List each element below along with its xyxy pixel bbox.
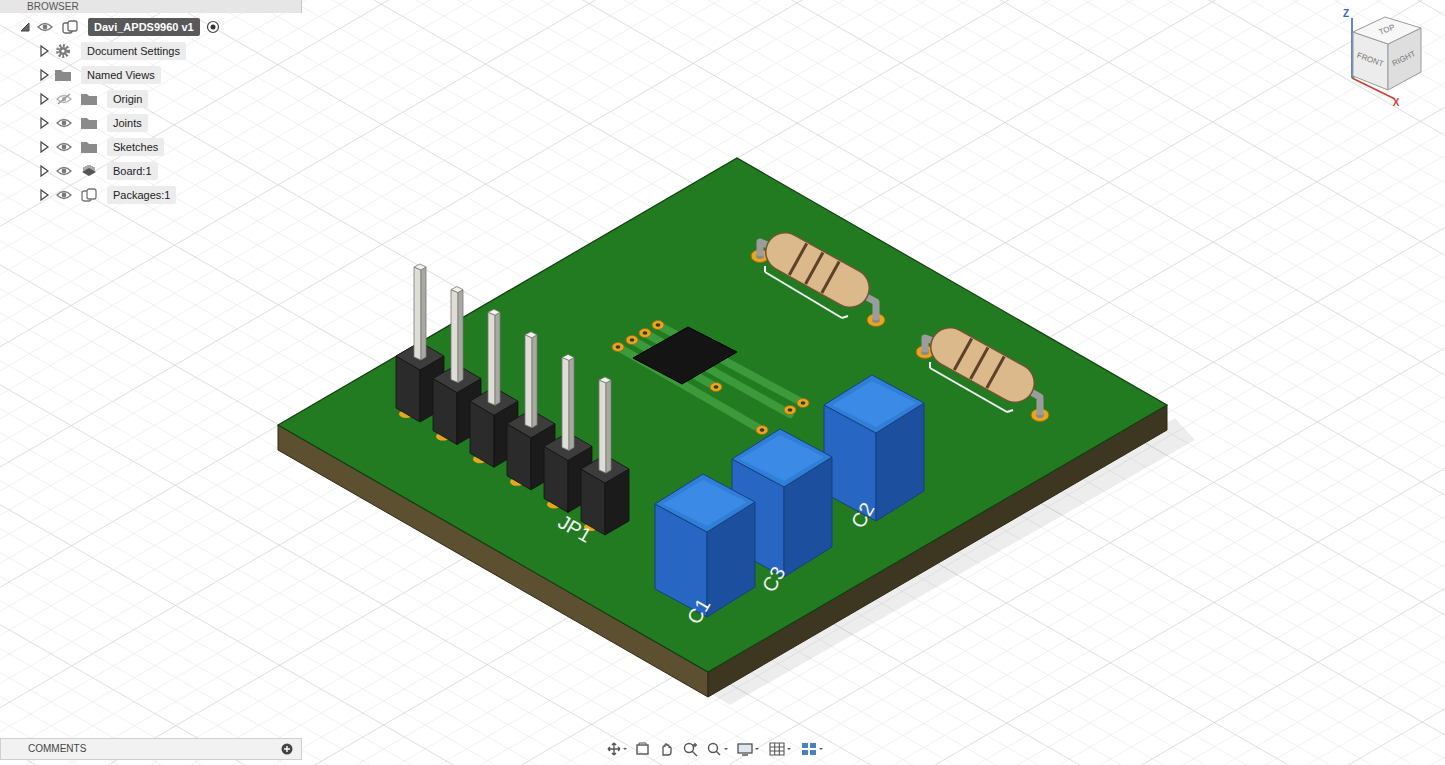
- pan-icon[interactable]: [658, 741, 676, 757]
- browser-title: BROWSER: [27, 1, 79, 13]
- ic-chip[interactable]: [633, 327, 737, 384]
- item-label-text: Board:1: [113, 165, 152, 177]
- folder-icon: [51, 67, 75, 83]
- axis-label: X: [1393, 97, 1400, 108]
- silkscreen-label: JP1: [554, 510, 595, 546]
- solder-pad: [756, 426, 768, 435]
- eye-hidden-icon[interactable]: [51, 91, 77, 107]
- solder-pad: [797, 399, 809, 408]
- resistor[interactable]: [751, 242, 885, 327]
- item-label-text: Sketches: [113, 141, 158, 153]
- activate-radio-icon[interactable]: [206, 20, 220, 34]
- browser-item[interactable]: Sketches: [0, 135, 302, 159]
- browser-panel: BROWSER Davi_APDS9960 v1 Document Settings…: [0, 0, 302, 207]
- item-label[interactable]: Named Views: [81, 66, 161, 84]
- pin-header[interactable]: [396, 264, 629, 535]
- expand-arrow-icon[interactable]: [37, 188, 51, 202]
- navigation-toolbar: [606, 741, 826, 757]
- copper-traces: [618, 325, 803, 430]
- eye-icon[interactable]: [51, 187, 77, 203]
- eye-icon[interactable]: [51, 115, 77, 131]
- pcb-board[interactable]: [278, 158, 1167, 697]
- expand-arrow-icon[interactable]: [37, 44, 51, 58]
- browser-item[interactable]: Origin: [0, 87, 302, 111]
- browser-item[interactable]: Board:1: [0, 159, 302, 183]
- item-label[interactable]: Packages:1: [107, 186, 176, 204]
- item-label-text: Origin: [113, 93, 142, 105]
- item-label[interactable]: Origin: [107, 90, 148, 108]
- item-label[interactable]: Davi_APDS9960 v1: [88, 18, 200, 36]
- expand-arrow-icon[interactable]: [37, 92, 51, 106]
- viewports-icon[interactable]: [800, 741, 826, 757]
- display-settings-icon[interactable]: [736, 741, 762, 757]
- solder-pad: [626, 336, 638, 345]
- solder-pad: [652, 321, 664, 330]
- item-label[interactable]: Document Settings: [81, 42, 186, 60]
- browser-header[interactable]: BROWSER: [0, 0, 302, 13]
- eye-icon[interactable]: [51, 139, 77, 155]
- browser-item[interactable]: Packages:1: [0, 183, 302, 207]
- browser-item[interactable]: Joints: [0, 111, 302, 135]
- item-label-text: Davi_APDS9960 v1: [94, 21, 194, 33]
- expand-arrow-icon[interactable]: [37, 68, 51, 82]
- axis-label: Z: [1343, 8, 1349, 19]
- top-face[interactable]: [1353, 17, 1421, 44]
- silkscreen-label: C3: [758, 563, 790, 596]
- expand-arrow-icon[interactable]: [37, 140, 51, 154]
- component-icon: [77, 187, 101, 203]
- face-label: RIGHT: [1391, 49, 1417, 68]
- zoom-icon[interactable]: [682, 741, 700, 757]
- fit-icon[interactable]: [706, 741, 730, 757]
- silkscreen-label: C1: [683, 595, 715, 628]
- pcb-scene[interactable]: JP1 C1 C3 C2: [0, 0, 1445, 765]
- comments-title: COMMENTS: [28, 742, 86, 756]
- item-label-text: Joints: [113, 117, 142, 129]
- folder-icon: [77, 91, 101, 107]
- item-label-text: Document Settings: [87, 45, 180, 57]
- eye-icon[interactable]: [32, 19, 58, 35]
- solder-pad: [639, 329, 651, 338]
- folder-icon: [77, 115, 101, 131]
- board-icon: [77, 163, 101, 179]
- item-label-text: Named Views: [87, 69, 155, 81]
- resistor[interactable]: [916, 338, 1049, 422]
- solder-pad: [710, 383, 722, 392]
- solder-pad: [784, 406, 796, 415]
- browser-item[interactable]: Named Views: [0, 63, 302, 87]
- face-label: TOP: [1378, 22, 1396, 36]
- gear-icon: [51, 43, 75, 59]
- item-label[interactable]: Board:1: [107, 162, 158, 180]
- item-label[interactable]: Sketches: [107, 138, 164, 156]
- collapse-arrow-icon[interactable]: [18, 20, 32, 34]
- view-cube[interactable]: TOP FRONT RIGHT Z X: [1333, 2, 1441, 108]
- document-icon: [58, 19, 82, 35]
- capacitor[interactable]: [824, 375, 924, 521]
- silkscreen-label: C2: [847, 499, 879, 532]
- grid-icon[interactable]: [768, 741, 794, 757]
- add-comment-icon[interactable]: [281, 743, 293, 755]
- browser-item[interactable]: Davi_APDS9960 v1: [0, 15, 302, 39]
- eye-icon[interactable]: [51, 163, 77, 179]
- browser-tree: Davi_APDS9960 v1 Document Settings Named V…: [0, 15, 302, 207]
- capacitor[interactable]: [655, 474, 755, 617]
- browser-item[interactable]: Document Settings: [0, 39, 302, 63]
- face-label: FRONT: [1356, 51, 1385, 69]
- expand-arrow-icon[interactable]: [37, 116, 51, 130]
- expand-arrow-icon[interactable]: [37, 164, 51, 178]
- item-label-text: Packages:1: [113, 189, 170, 201]
- item-label[interactable]: Joints: [107, 114, 148, 132]
- folder-icon: [77, 139, 101, 155]
- look-at-icon[interactable]: [634, 741, 652, 757]
- orbit-icon[interactable]: [606, 741, 628, 757]
- solder-pad: [612, 343, 624, 352]
- comments-panel[interactable]: COMMENTS: [0, 738, 302, 760]
